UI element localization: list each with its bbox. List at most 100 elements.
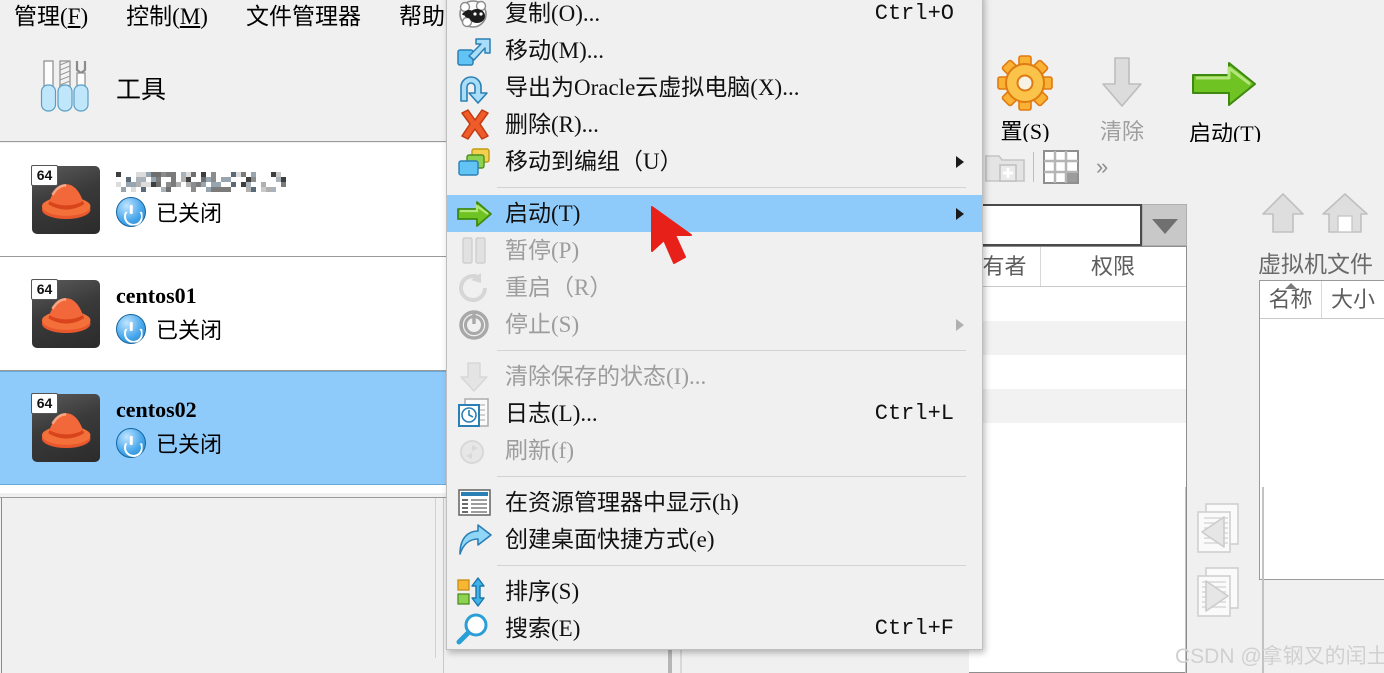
menu-item-label: 刷新(f) [505,437,574,463]
vm-status-label: 已关闭 [156,317,223,343]
move-arrow-icon [455,34,495,68]
menu-help[interactable]: 帮助 [399,3,445,31]
path-input[interactable] [970,204,1142,246]
toolbar-overflow-icon[interactable]: » [1096,154,1108,180]
ctx-export-cloud[interactable]: 导出为Oracle云虚拟电脑(X)... [447,69,982,106]
vm-name-redacted [116,171,286,192]
shortcut-arrow-icon [455,523,495,557]
discard-down-arrow-icon [455,360,495,394]
menubar-item-label: 帮助 [398,4,445,29]
path-dropdown-button[interactable] [1142,204,1187,246]
vm-status-label: 已关闭 [156,432,223,457]
ctx-remove[interactable]: 删除(R)... [447,106,982,143]
previous-document-icon[interactable] [1190,500,1248,558]
sort-icon [455,575,495,609]
table-row[interactable] [969,321,1186,355]
vm-list[interactable]: 64 已关闭 64 centos01 已关闭 64 centos02 已关闭 [0,143,447,493]
menu-item-label: 日志(L)... [505,400,598,426]
power-off-icon [455,308,495,342]
tools-label: 工具 [116,76,167,104]
menu-item-shortcut: Ctrl+L [874,401,954,426]
table-row[interactable] [969,287,1186,321]
ctx-move[interactable]: 移动(M)... [447,32,982,69]
vm-os-icon: 64 [31,278,100,348]
grid-view-icon[interactable] [1040,147,1084,187]
clear-button[interactable]: 清除 [1070,54,1174,146]
menu-separator [497,350,966,351]
next-document-icon[interactable] [1190,564,1248,622]
vm-os-icon: 64 [31,164,100,234]
menu-item-label: 清除保存的状态(I)... [505,363,707,389]
vm-os-icon: 64 [31,393,100,462]
ctx-sort[interactable]: 排序(S) [447,573,982,610]
vm-files-toolbar [1258,190,1370,236]
submenu-arrow-icon [956,318,964,331]
ctx-stop: 停止(S) [447,306,982,343]
ctx-search[interactable]: 搜索(E) Ctrl+F [447,610,982,647]
start-button[interactable]: 启动(T) [1165,56,1285,148]
menu-item-label: 在资源管理器中显示(h) [505,489,739,515]
menu-control[interactable]: 控制(M) [126,3,208,31]
file-table[interactable]: 有者 权限 [969,246,1187,673]
power-off-badge-icon [116,313,146,344]
table-row[interactable] [969,389,1186,423]
vm-list-item[interactable]: 64 已关闭 [0,143,447,257]
column-permissions[interactable]: 权限 [1041,247,1185,286]
vm-text-block: 已关闭 [116,171,286,228]
menu-item-label: 移动(M)... [505,37,605,63]
left-empty-inner [1,498,444,673]
vm-toolbar: 置(S) 清除 启动(T) [975,34,1384,146]
splitter-handle-secondary[interactable] [680,650,682,673]
power-off-badge-icon [116,428,146,458]
menu-item-label: 导出为Oracle云虚拟电脑(X)... [505,74,800,100]
vm-files-label: 虚拟机文件 [1258,252,1373,277]
ctx-start[interactable]: 启动(T) [447,195,982,232]
column-name-label: 名称 [1268,287,1313,312]
column-name[interactable]: 名称 [1260,281,1322,318]
menu-manage[interactable]: 管理(F) [14,3,88,31]
ctx-logs[interactable]: 日志(L)... Ctrl+L [447,395,982,432]
menu-item-label: 排序(S) [505,578,580,604]
file-manager-pane: » 有者 权限 虚拟机文件 名称 大小 [969,142,1384,673]
vm-files-table-header: 名称 大小 [1260,281,1384,319]
ctx-refresh: 刷新(f) [447,432,982,469]
toolbar-separator [1033,152,1034,182]
vm-status: 已关闭 [116,313,222,345]
splitter-handle[interactable] [668,650,672,673]
new-folder-icon[interactable] [983,147,1027,187]
menu-separator [497,565,966,566]
file-manager-left: » 有者 权限 [969,142,1187,673]
vm-list-item[interactable]: 64 centos01 已关闭 [0,257,447,371]
menubar-item-label: 管理 [14,4,60,29]
left-scrollbar[interactable] [435,498,441,658]
sheep-clone-icon [455,0,495,31]
menu-item-label: 暂停(P) [505,237,580,263]
menu-file-manager[interactable]: 文件管理器 [246,3,361,31]
log-clock-icon [455,397,495,431]
ctx-discard-state: 清除保存的状态(I)... [447,358,982,395]
vm-list-item[interactable]: 64 centos02 已关闭 [0,371,447,485]
ctx-create-shortcut[interactable]: 创建桌面快捷方式(e) [447,521,982,558]
ctx-move-to-group[interactable]: 移动到编组（U） [447,143,982,180]
go-home-icon[interactable] [1320,190,1370,236]
pause-icon [455,234,495,268]
sort-ascending-icon [1284,283,1297,289]
menu-item-label: 创建桌面快捷方式(e) [505,526,715,552]
vm-context-menu[interactable]: 复制(O)... Ctrl+O 移动(M)... 导出为Oracle云虚拟电脑(X)… [446,0,983,650]
show-in-explorer-icon [455,486,495,520]
ctx-pause: 暂停(P) [447,232,982,269]
ctx-show-in-explorer[interactable]: 在资源管理器中显示(h) [447,484,982,521]
table-row[interactable] [969,355,1186,389]
go-up-icon[interactable] [1258,190,1308,236]
watermark: CSDN @拿钢叉的闰土 [1175,645,1384,668]
ctx-clone[interactable]: 复制(O)... Ctrl+O [447,0,982,32]
menu-separator [497,476,966,477]
settings-button[interactable]: 置(S) [977,54,1073,146]
column-size[interactable]: 大小 [1322,281,1384,318]
vm-files-table[interactable]: 名称 大小 [1259,280,1384,580]
power-off-badge-icon [116,196,146,227]
file-manager-right: 虚拟机文件 名称 大小 [1258,190,1384,673]
session-nav-icons [1190,500,1260,628]
tools-pane[interactable]: 工具 [0,34,447,142]
vm-status: 已关闭 [116,427,222,459]
